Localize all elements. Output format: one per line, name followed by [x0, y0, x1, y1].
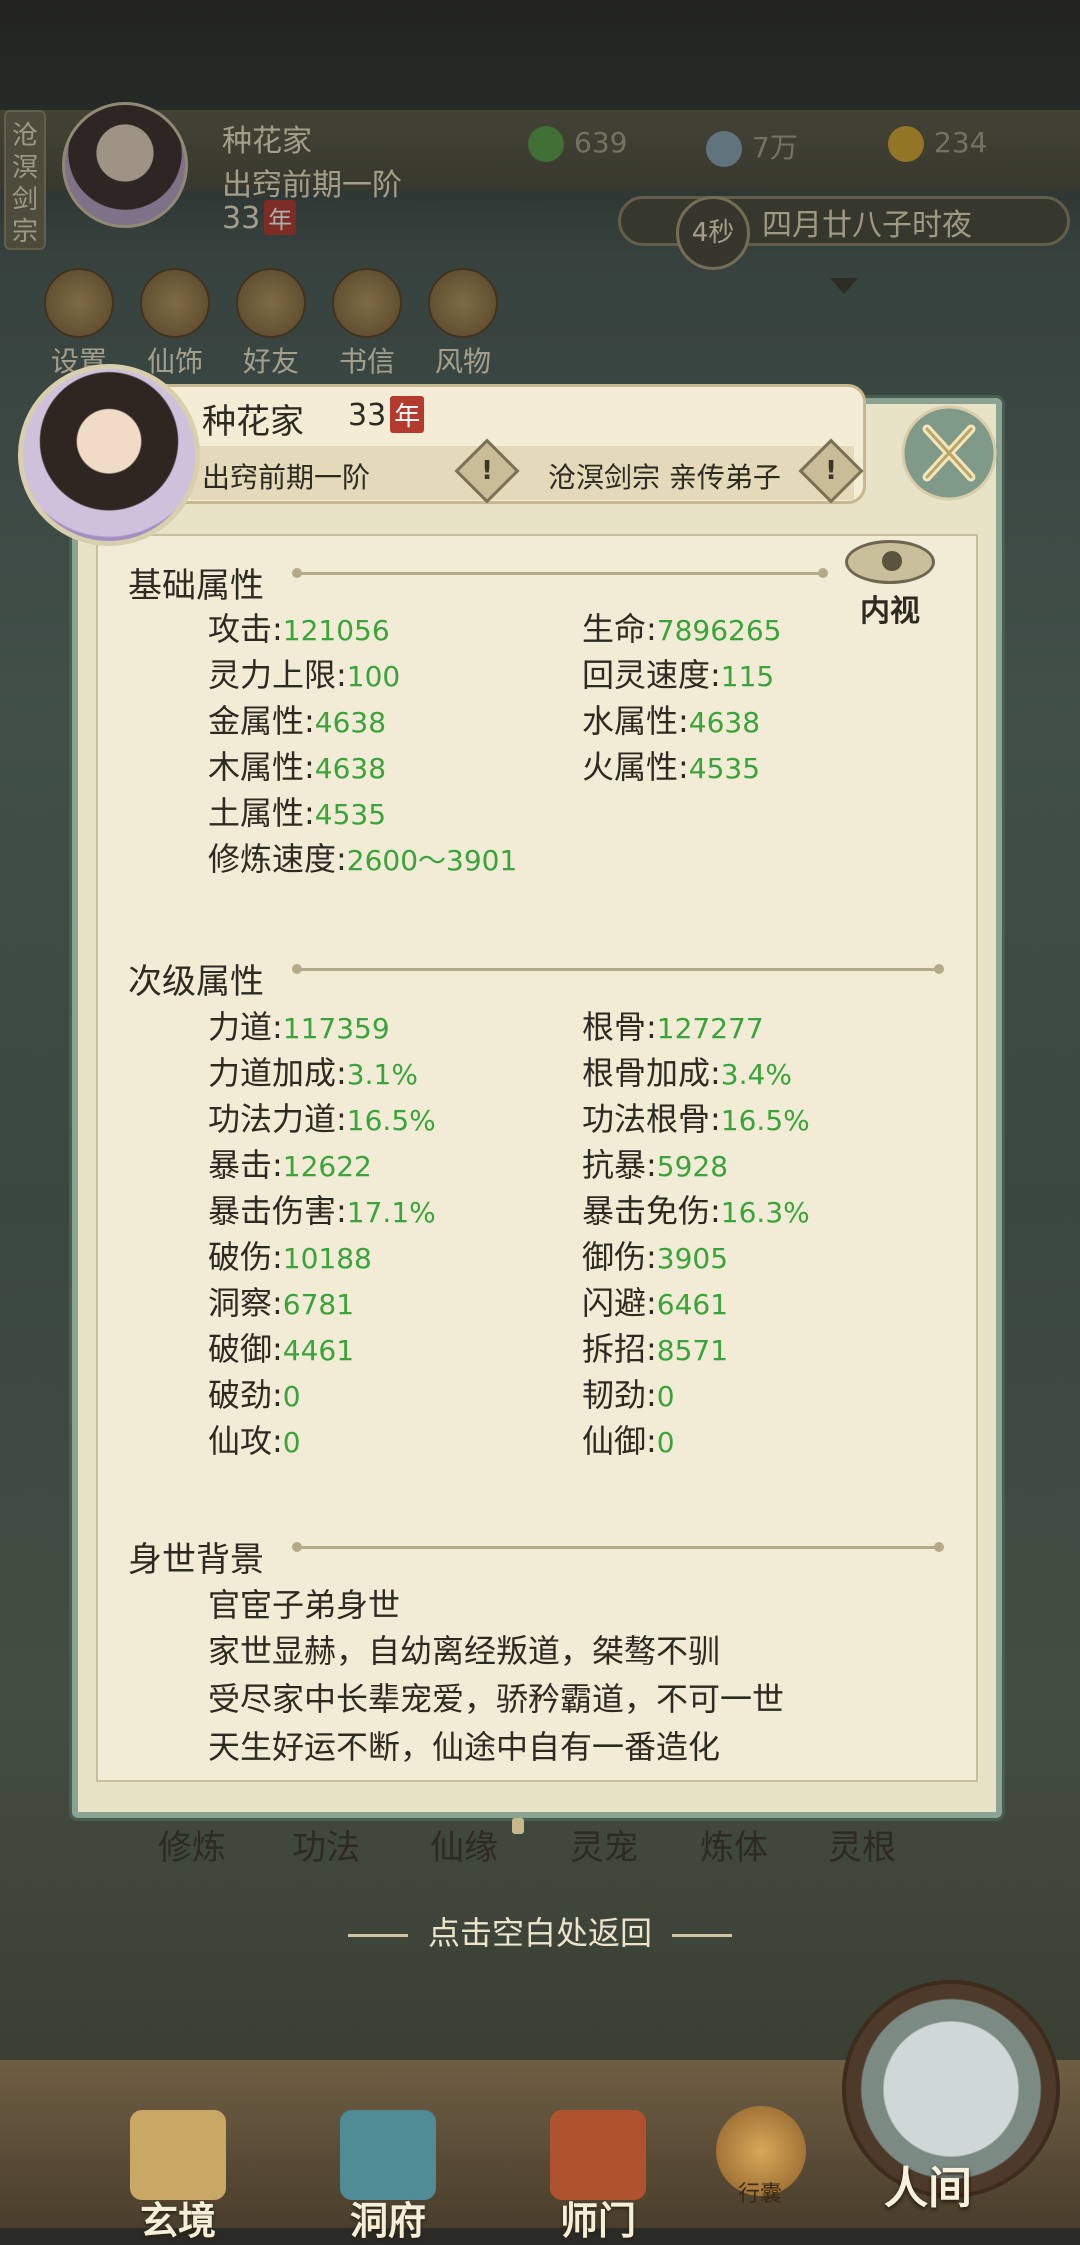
- tab-cultivate[interactable]: 修炼: [158, 1820, 226, 1869]
- stat-pierce: 破伤:10188: [208, 1238, 372, 1276]
- close-icon[interactable]: [900, 404, 998, 502]
- stat-cultivation-speed: 修炼速度:2600～3901: [208, 840, 518, 878]
- stat-earth: 土属性:4535: [208, 794, 387, 832]
- nav-bag-label: 行囊: [738, 2182, 783, 2207]
- stat-water: 水属性:4638: [582, 702, 761, 740]
- stat-mana-cap: 灵力上限:100: [208, 656, 401, 694]
- secondary-attributes-title: 次级属性: [128, 962, 264, 1002]
- return-hint[interactable]: 点击空白处返回: [0, 1908, 1080, 1954]
- stat-technique-constitution: 功法根骨:16.5%: [582, 1100, 810, 1138]
- nav-world-label: 人间: [884, 2163, 972, 2214]
- character-realm: 出窍前期一阶: [202, 461, 371, 494]
- section-divider: [292, 568, 828, 578]
- stat-break-tenacity: 破劲:0: [208, 1376, 301, 1414]
- eye-icon: [845, 540, 935, 584]
- nav-sect[interactable]: 师门: [550, 2110, 646, 2245]
- stat-hp: 生命:7896265: [582, 610, 782, 648]
- stat-wood: 木属性:4638: [208, 748, 387, 786]
- stat-fire: 火属性:4535: [582, 748, 761, 786]
- background-line: 家世显赫，自幼离经叛道，桀骜不驯: [208, 1632, 721, 1670]
- inner-view-button[interactable]: 内视: [842, 540, 938, 629]
- stat-tenacity: 韧劲:0: [582, 1376, 675, 1414]
- stat-constitution: 根骨:127277: [582, 1008, 764, 1046]
- section-divider: [292, 1542, 944, 1552]
- stat-crit-damage: 暴击伤害:17.1%: [208, 1192, 436, 1230]
- tab-fate[interactable]: 仙缘: [430, 1820, 498, 1869]
- stat-immortal-defense: 仙御:0: [582, 1422, 675, 1460]
- stat-strength: 力道:117359: [208, 1008, 390, 1046]
- stat-insight: 洞察:6781: [208, 1284, 355, 1322]
- tab-technique[interactable]: 功法: [292, 1820, 360, 1869]
- basic-attributes-title: 基础属性: [128, 566, 264, 606]
- tab-root[interactable]: 灵根: [828, 1820, 896, 1869]
- stat-dodge: 闪避:6461: [582, 1284, 729, 1322]
- stat-damage-guard: 御伤:3905: [582, 1238, 729, 1276]
- scroll-icon: [130, 2110, 226, 2200]
- stat-attack: 攻击:121056: [208, 610, 390, 648]
- stat-counter: 拆招:8571: [582, 1330, 729, 1368]
- stat-constitution-bonus: 根骨加成:3.4%: [582, 1054, 792, 1092]
- tab-pet[interactable]: 灵宠: [570, 1820, 638, 1869]
- stat-strength-bonus: 力道加成:3.1%: [208, 1054, 418, 1092]
- stat-crit-damage-reduction: 暴击免伤:16.3%: [582, 1192, 810, 1230]
- background-title: 身世背景: [128, 1540, 264, 1580]
- stat-crit-resist: 抗暴:5928: [582, 1146, 729, 1184]
- background-line: 官宦子弟身世: [208, 1586, 401, 1624]
- nav-cave[interactable]: 洞府: [340, 2110, 436, 2245]
- tab-body[interactable]: 炼体: [700, 1820, 768, 1869]
- background-line: 受尽家中长辈宠爱，骄矜霸道，不可一世: [208, 1680, 785, 1718]
- character-name: 种花家: [202, 402, 304, 442]
- stat-technique-strength: 功法力道:16.5%: [208, 1100, 436, 1138]
- character-sect: 沧溟剑宗 亲传弟子: [548, 461, 781, 494]
- section-divider: [292, 964, 944, 974]
- stat-immortal-attack: 仙攻:0: [208, 1422, 301, 1460]
- panel-pin: [512, 1818, 524, 1834]
- character-age: 33 年: [348, 396, 425, 433]
- nav-xuanjing[interactable]: 玄境: [130, 2110, 226, 2245]
- banner-icon: [550, 2110, 646, 2200]
- stat-break-defense: 破御:4461: [208, 1330, 355, 1368]
- stat-crit: 暴击:12622: [208, 1146, 372, 1184]
- character-portrait: [18, 364, 200, 546]
- background-line: 天生好运不断，仙途中自有一番造化: [208, 1728, 721, 1766]
- pavilion-icon: [340, 2110, 436, 2200]
- stat-metal: 金属性:4638: [208, 702, 387, 740]
- stat-mana-regen: 回灵速度:115: [582, 656, 775, 694]
